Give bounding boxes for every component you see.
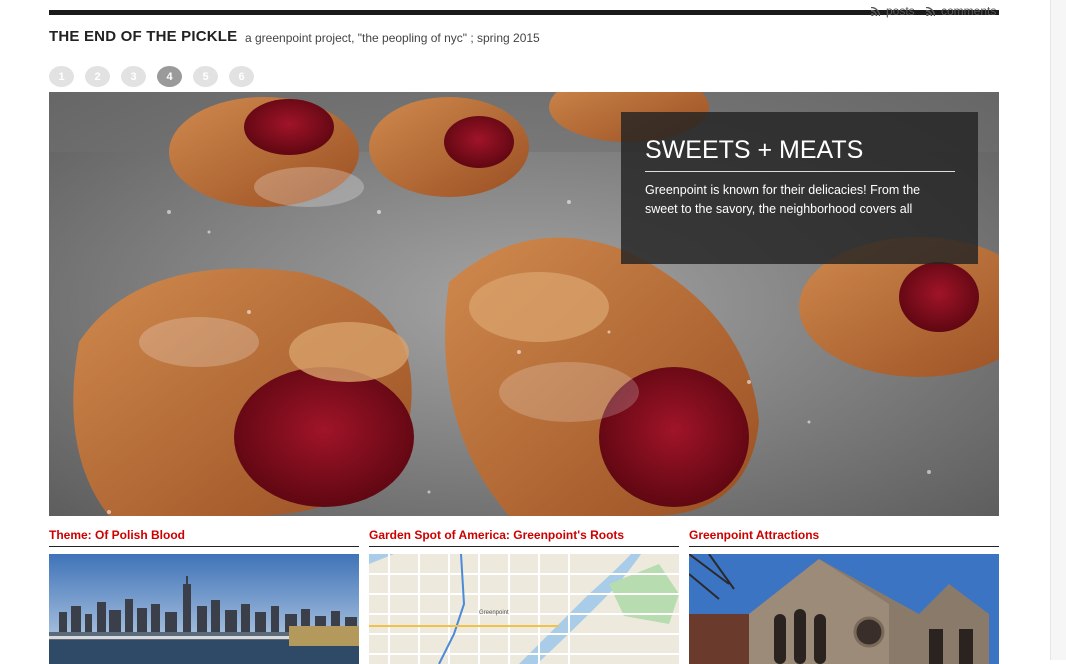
caption-divider xyxy=(645,171,955,172)
map-thumbnail[interactable]: Greenpoint xyxy=(369,554,679,664)
slide-dot-3[interactable]: 3 xyxy=(121,66,146,87)
post-card: Greenpoint Attractions xyxy=(689,528,999,664)
comments-feed-link[interactable]: comments xyxy=(926,4,996,18)
slide-dot-1[interactable]: 1 xyxy=(49,66,74,87)
slide-dot-2[interactable]: 2 xyxy=(85,66,110,87)
post-card-title[interactable]: Garden Spot of America: Greenpoint's Roo… xyxy=(369,528,679,547)
slide-dot-5[interactable]: 5 xyxy=(193,66,218,87)
post-card: Garden Spot of America: Greenpoint's Roo… xyxy=(369,528,679,664)
post-card-title[interactable]: Greenpoint Attractions xyxy=(689,528,999,547)
post-card: Theme: Of Polish Blood xyxy=(49,528,359,664)
comments-link-label: comments xyxy=(941,4,997,18)
post-card-title[interactable]: Theme: Of Polish Blood xyxy=(49,528,359,547)
map-image: Greenpoint xyxy=(369,554,679,664)
skyline-photo xyxy=(49,554,359,664)
slide-dot-4[interactable]: 4 xyxy=(157,66,182,87)
skyline-thumbnail[interactable] xyxy=(49,554,359,664)
posts-feed-link[interactable]: posts xyxy=(871,4,915,18)
map-place-label: Greenpoint xyxy=(479,610,509,616)
slide-caption: SWEETS + MEATS Greenpoint is known for t… xyxy=(621,112,978,264)
slide-excerpt: Greenpoint is known for their delicacies… xyxy=(645,183,921,216)
church-thumbnail[interactable] xyxy=(689,554,999,664)
site-tagline: a greenpoint project, "the peopling of n… xyxy=(245,31,540,45)
top-bar: posts comments xyxy=(49,4,999,18)
window-scrollbar[interactable] xyxy=(1050,0,1066,660)
posts-link-label: posts xyxy=(886,4,915,18)
slide-title[interactable]: SWEETS + MEATS xyxy=(645,136,863,165)
rss-icon xyxy=(926,6,935,16)
slide-dot-6[interactable]: 6 xyxy=(229,66,254,87)
site-title[interactable]: THE END OF THE PICKLE xyxy=(49,28,237,45)
rss-icon xyxy=(871,6,880,16)
church-photo xyxy=(689,554,999,664)
slide-pager: 1 2 3 4 5 6 xyxy=(49,66,254,87)
hero-slide[interactable]: SWEETS + MEATS Greenpoint is known for t… xyxy=(49,92,999,516)
